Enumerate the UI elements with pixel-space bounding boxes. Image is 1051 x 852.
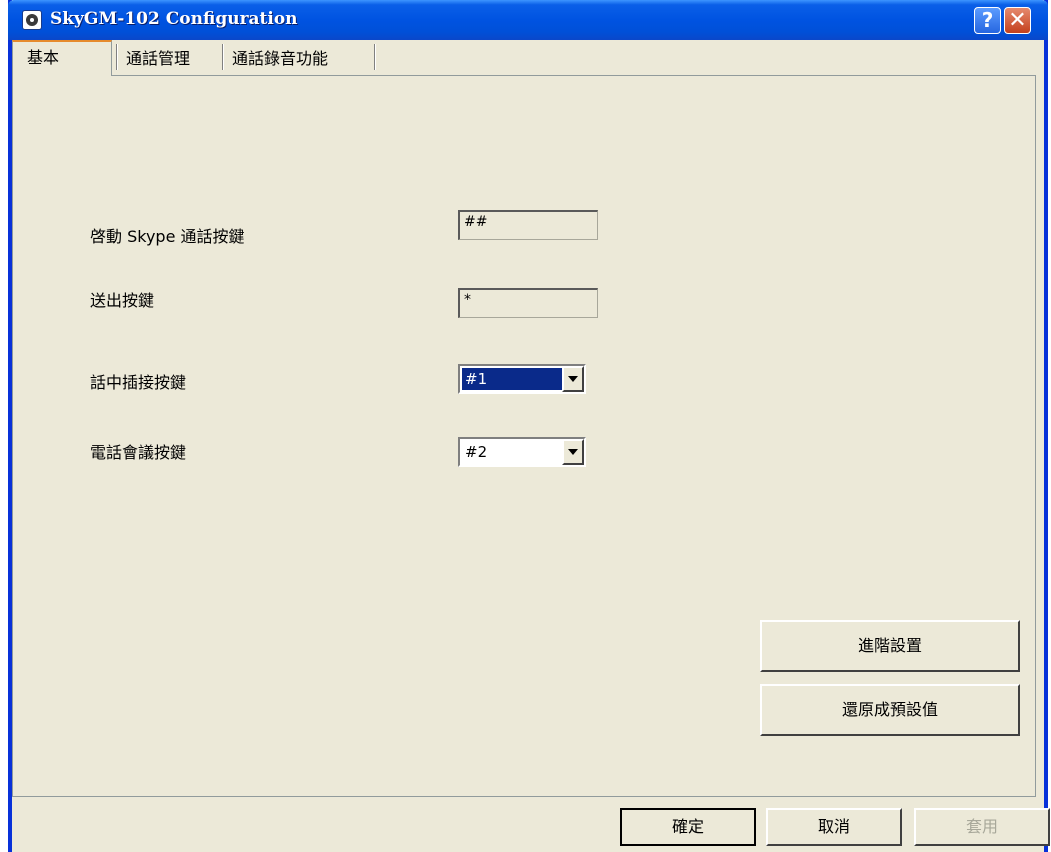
conference-key-value: #2 <box>465 443 488 461</box>
start-key-label: 啓動 Skype 通話按鍵 <box>90 227 245 246</box>
ok-button[interactable]: 確定 <box>620 808 756 846</box>
tab-basic[interactable]: 基本 <box>12 40 112 76</box>
help-button[interactable]: ? <box>974 7 1001 34</box>
app-icon <box>22 10 42 30</box>
start-key-field[interactable]: ## <box>458 210 598 240</box>
send-key-label: 送出按鍵 <box>90 291 155 310</box>
window-title: SkyGM-102 Configuration <box>50 9 298 29</box>
tab-call-management[interactable]: 通話管理 <box>126 44 190 74</box>
chevron-down-icon[interactable] <box>562 366 584 392</box>
tab-call-recording[interactable]: 通話錄音功能 <box>232 44 328 74</box>
hold-key-value: #1 <box>462 368 568 390</box>
send-key-field[interactable]: * <box>458 288 598 318</box>
tab-separator <box>374 44 376 70</box>
title-bar[interactable]: SkyGM-102 Configuration ? ✕ <box>8 0 1048 40</box>
apply-button: 套用 <box>914 808 1050 846</box>
conference-key-select[interactable]: #2 <box>458 437 586 467</box>
tab-separator <box>116 44 118 70</box>
cancel-button[interactable]: 取消 <box>766 808 902 846</box>
config-window: SkyGM-102 Configuration ? ✕ 基本 通話管理 通話錄音… <box>8 0 1050 852</box>
tab-separator <box>222 44 224 70</box>
chevron-down-icon[interactable] <box>562 439 584 465</box>
advanced-settings-button[interactable]: 進階設置 <box>760 620 1020 672</box>
hold-key-select[interactable]: #1 <box>458 364 586 394</box>
restore-defaults-button[interactable]: 還原成預設值 <box>760 684 1020 736</box>
hold-key-label: 話中插接按鍵 <box>90 373 187 392</box>
close-button[interactable]: ✕ <box>1004 7 1031 34</box>
conference-key-label: 電話會議按鍵 <box>90 443 187 462</box>
